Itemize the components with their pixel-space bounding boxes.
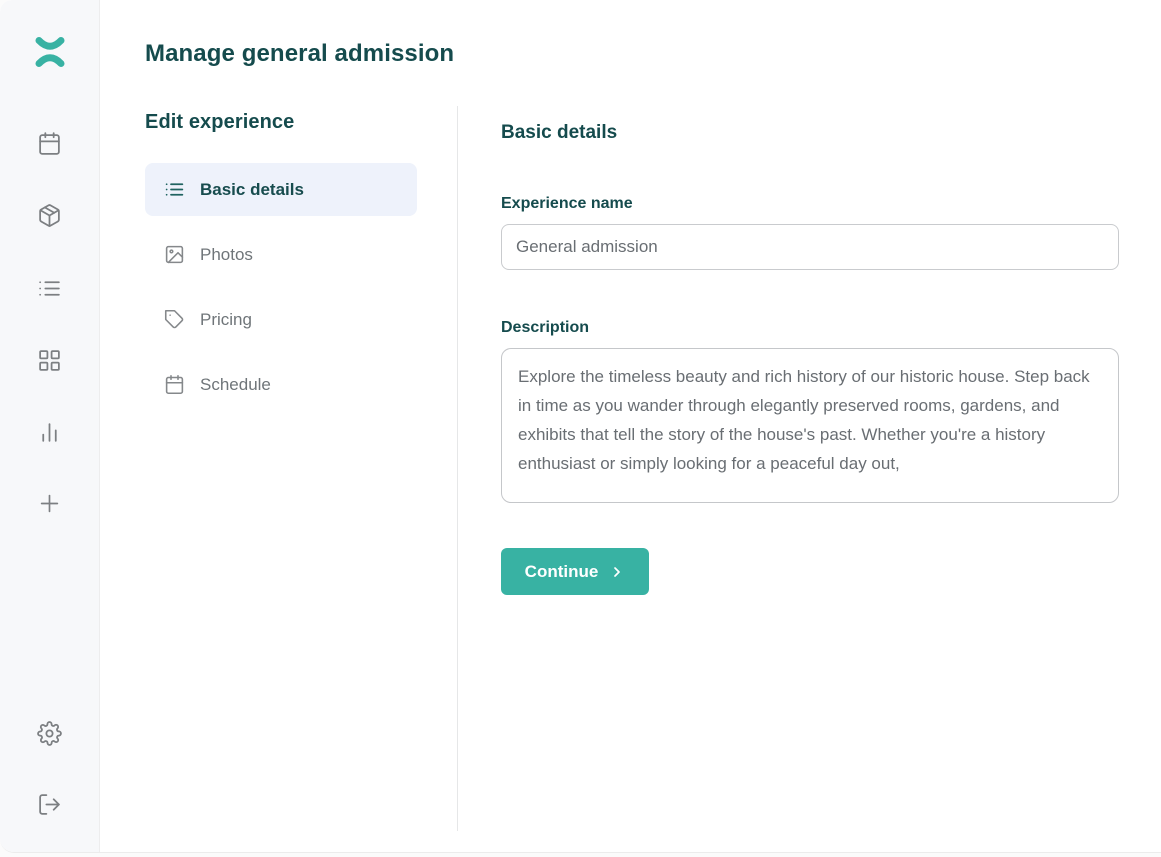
sidebar-button-calendar[interactable] [32, 125, 68, 161]
sidebar-button-dashboard[interactable] [32, 342, 68, 378]
edit-nav-item-label: Basic details [200, 180, 304, 200]
list-icon [37, 276, 62, 301]
edit-experience-panel: Edit experience Basic details [145, 106, 458, 831]
description-textarea[interactable]: Explore the timeless beauty and rich his… [501, 348, 1119, 503]
xola-logo[interactable] [32, 34, 68, 70]
sidebar-button-add[interactable] [32, 485, 68, 521]
experience-name-label: Experience name [501, 193, 1119, 215]
image-icon [164, 244, 185, 265]
sidebar-button-logout[interactable] [32, 786, 68, 822]
sidebar-button-reports[interactable] [32, 414, 68, 450]
xola-logo-icon [33, 37, 67, 67]
sidebar [0, 0, 100, 853]
content-row: Edit experience Basic details [145, 106, 1161, 831]
grid-icon [37, 348, 62, 373]
app-window: Manage general admission Edit experience… [0, 0, 1161, 853]
continue-button[interactable]: Continue [501, 548, 649, 595]
tag-icon [164, 309, 185, 330]
description-label: Description [501, 317, 1119, 339]
basic-details-form: Basic details Experience name Descriptio… [458, 106, 1119, 831]
edit-nav-item-basic-details[interactable]: Basic details [145, 163, 417, 216]
edit-nav-item-photos[interactable]: Photos [145, 228, 417, 281]
calendar-icon [37, 131, 62, 156]
edit-experience-nav: Basic details Photos [145, 163, 457, 411]
continue-button-label: Continue [525, 562, 599, 582]
edit-nav-item-schedule[interactable]: Schedule [145, 358, 417, 411]
sidebar-button-list[interactable] [32, 270, 68, 306]
chevron-right-icon [609, 564, 625, 580]
edit-nav-item-label: Schedule [200, 375, 271, 395]
sidebar-button-settings[interactable] [32, 715, 68, 751]
logout-icon [37, 792, 62, 817]
edit-nav-item-pricing[interactable]: Pricing [145, 293, 417, 346]
form-heading: Basic details [501, 120, 1119, 146]
list-icon [164, 179, 185, 200]
edit-nav-item-label: Photos [200, 245, 253, 265]
plus-icon [36, 490, 63, 517]
main-content: Manage general admission Edit experience… [101, 0, 1161, 852]
bar-chart-icon [37, 420, 62, 445]
package-icon [37, 203, 62, 228]
page-title: Manage general admission [145, 38, 454, 70]
edit-nav-item-label: Pricing [200, 310, 252, 330]
edit-experience-heading: Edit experience [145, 108, 457, 136]
settings-gear-icon [37, 721, 62, 746]
sidebar-button-products[interactable] [32, 197, 68, 233]
calendar-icon [164, 374, 185, 395]
experience-name-input[interactable] [501, 224, 1119, 270]
